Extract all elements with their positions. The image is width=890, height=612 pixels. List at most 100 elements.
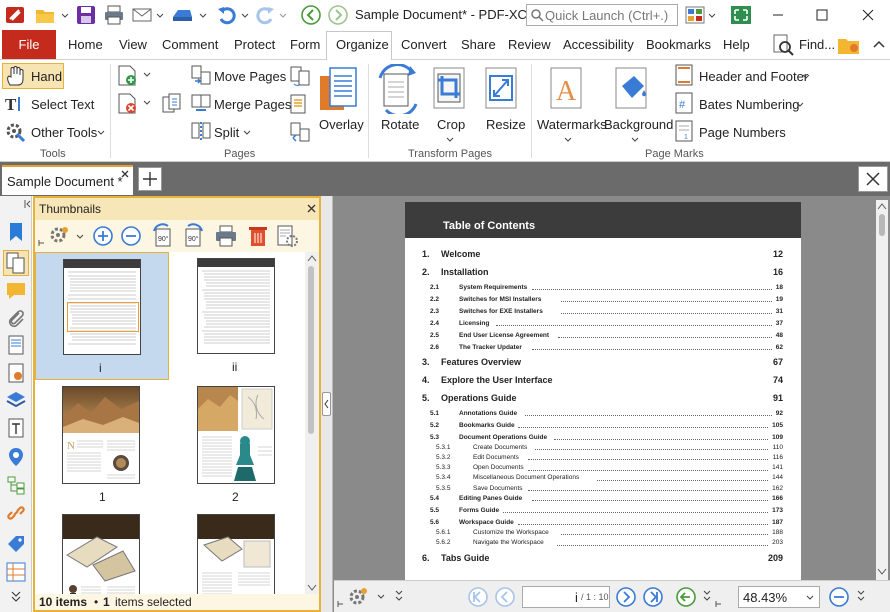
background-icon[interactable] bbox=[612, 66, 652, 114]
chevron-down-icon[interactable] bbox=[795, 100, 805, 110]
chevron-down-icon[interactable] bbox=[563, 135, 573, 145]
other-tools-icon[interactable] bbox=[4, 121, 26, 143]
extract-pages-icon[interactable] bbox=[160, 92, 184, 116]
pane-splitter[interactable] bbox=[321, 196, 333, 612]
toc-entry[interactable]: 5.4 Editing Panes Guide 166 bbox=[405, 495, 801, 505]
toc-entry[interactable]: 5.6.1 Customize the Workspace 188 bbox=[405, 529, 801, 539]
toc-entry[interactable]: 5.2 Bookmarks Guide 105 bbox=[405, 422, 801, 432]
insert-blank-icon[interactable] bbox=[288, 92, 312, 116]
thumbnails-pane-icon[interactable] bbox=[3, 250, 29, 276]
tab-comment[interactable]: Comment bbox=[162, 37, 218, 52]
scroll-up-icon[interactable] bbox=[307, 254, 317, 262]
page-numbers-button[interactable]: Page Numbers bbox=[699, 125, 786, 140]
collapse-pane-icon[interactable] bbox=[24, 199, 32, 209]
split-button[interactable]: Split bbox=[214, 125, 239, 140]
tab-view[interactable]: View bbox=[119, 37, 147, 52]
toc-entry[interactable]: 3. Features Overview 67 bbox=[405, 357, 801, 369]
attachments-pane-icon[interactable] bbox=[6, 309, 26, 329]
overlay-button[interactable]: Overlay bbox=[319, 117, 364, 132]
viewer-scroll-thumb[interactable] bbox=[879, 214, 885, 236]
tab-bookmarks[interactable]: Bookmarks bbox=[646, 37, 711, 52]
toc-entry[interactable]: 2.2 Switches for MSI Installers 19 bbox=[405, 296, 801, 306]
toc-entry[interactable]: 5.6 Workspace Guide 187 bbox=[405, 519, 801, 529]
minimize-button[interactable] bbox=[756, 0, 800, 30]
scroll-up-icon[interactable] bbox=[877, 202, 887, 210]
find-icon[interactable] bbox=[772, 33, 794, 57]
chevron-down-icon[interactable] bbox=[75, 232, 85, 242]
tags-pane-icon[interactable] bbox=[6, 418, 26, 438]
toc-entry[interactable]: 5.3.1 Create Documents 110 bbox=[405, 444, 801, 454]
select-text-icon[interactable]: T bbox=[4, 93, 26, 115]
swap-pages-icon[interactable] bbox=[288, 120, 312, 144]
open-folder-icon[interactable] bbox=[34, 4, 56, 26]
toc-entry[interactable]: 2.3 Switches for EXE Installers 31 bbox=[405, 308, 801, 318]
content-pane-icon[interactable] bbox=[6, 390, 26, 410]
chevron-down-icon[interactable] bbox=[96, 128, 106, 138]
toc-entry[interactable]: 2.1 System Requirements 18 bbox=[405, 284, 801, 294]
scroll-down-icon[interactable] bbox=[877, 568, 887, 576]
tab-share[interactable]: Share bbox=[461, 37, 496, 52]
chevron-down-icon[interactable] bbox=[142, 70, 152, 80]
chevron-down-icon[interactable] bbox=[240, 4, 250, 26]
move-pages-button[interactable]: Move Pages bbox=[214, 69, 286, 84]
toc-entry[interactable]: 5.6.2 Navigate the Workspace 203 bbox=[405, 539, 801, 549]
thumbnail-options-icon[interactable] bbox=[47, 224, 71, 248]
tag-pane-icon[interactable] bbox=[6, 534, 26, 554]
toc-entry[interactable]: 5.3.4 Miscellaneous Document Operations 14… bbox=[405, 474, 801, 484]
email-icon[interactable] bbox=[131, 4, 153, 26]
more-panes-icon[interactable] bbox=[10, 590, 22, 604]
new-tab-button[interactable] bbox=[138, 167, 162, 191]
tab-review[interactable]: Review bbox=[508, 37, 551, 52]
previous-page-icon[interactable] bbox=[494, 586, 516, 608]
chevron-down-icon[interactable] bbox=[445, 135, 455, 145]
toc-entry[interactable]: 2. Installation 16 bbox=[405, 267, 801, 279]
more-tools-icon[interactable] bbox=[394, 589, 404, 605]
chevron-down-icon[interactable] bbox=[198, 4, 208, 26]
more-nav-icon[interactable] bbox=[702, 589, 712, 605]
crop-button[interactable]: Crop bbox=[437, 117, 465, 132]
folder-user-icon[interactable] bbox=[837, 33, 861, 57]
merge-pages-button[interactable]: Merge Pages bbox=[214, 97, 291, 112]
toc-entry[interactable]: 4. Explore the User Interface 74 bbox=[405, 375, 801, 387]
toc-entry[interactable]: 2.4 Licensing 37 bbox=[405, 320, 801, 330]
scroll-down-icon[interactable] bbox=[307, 584, 317, 592]
save-icon[interactable] bbox=[75, 4, 97, 26]
view-options-icon[interactable] bbox=[346, 585, 370, 609]
toc-entry[interactable]: 2.6 The Tracker Updater 62 bbox=[405, 344, 801, 354]
tab-home[interactable]: Home bbox=[68, 37, 103, 52]
toc-entry[interactable]: 5. Operations Guide 91 bbox=[405, 393, 801, 405]
find-button[interactable]: Find... bbox=[799, 37, 835, 52]
properties-pane-icon[interactable] bbox=[6, 562, 26, 582]
rotate-button[interactable]: Rotate bbox=[381, 117, 419, 132]
chevron-down-icon[interactable] bbox=[630, 135, 640, 145]
first-page-icon[interactable] bbox=[467, 586, 489, 608]
overlay-icon[interactable] bbox=[318, 64, 358, 116]
zoom-out-icon[interactable] bbox=[828, 586, 850, 608]
rotate-left-icon[interactable]: 90° bbox=[150, 223, 176, 249]
watermarks-icon[interactable]: A bbox=[547, 66, 587, 114]
previous-view-icon[interactable] bbox=[675, 586, 697, 608]
tab-protect[interactable]: Protect bbox=[234, 37, 275, 52]
zoom-out-icon[interactable] bbox=[120, 225, 142, 247]
chevron-down-icon[interactable] bbox=[60, 4, 70, 26]
chevron-down-icon[interactable] bbox=[376, 592, 386, 602]
resize-icon[interactable] bbox=[482, 66, 522, 114]
thumbnail-page-ii[interactable] bbox=[197, 258, 275, 354]
toc-entry[interactable]: 5.1 Annotations Guide 92 bbox=[405, 410, 801, 420]
tab-organize[interactable]: Organize bbox=[336, 37, 389, 52]
rotate-right-icon[interactable]: 90° bbox=[180, 223, 206, 249]
comments-pane-icon[interactable] bbox=[6, 281, 26, 301]
tab-form[interactable]: Form bbox=[290, 37, 320, 52]
rotate-icon[interactable] bbox=[376, 64, 420, 114]
undo-icon[interactable] bbox=[216, 4, 238, 26]
close-document-button[interactable] bbox=[858, 166, 888, 192]
other-tools-button[interactable]: Other Tools bbox=[31, 125, 97, 140]
redo-icon[interactable] bbox=[254, 4, 276, 26]
close-window-button[interactable] bbox=[846, 0, 890, 30]
chevron-down-icon[interactable] bbox=[707, 4, 717, 26]
file-tab[interactable]: File bbox=[2, 30, 56, 59]
toc-entry[interactable]: 5.3.2 Edit Documents 116 bbox=[405, 454, 801, 464]
page-number-input[interactable]: i / 1 : 10 bbox=[522, 586, 610, 608]
watermarks-button[interactable]: Watermarks bbox=[537, 117, 607, 132]
chevron-down-icon[interactable] bbox=[142, 98, 152, 108]
